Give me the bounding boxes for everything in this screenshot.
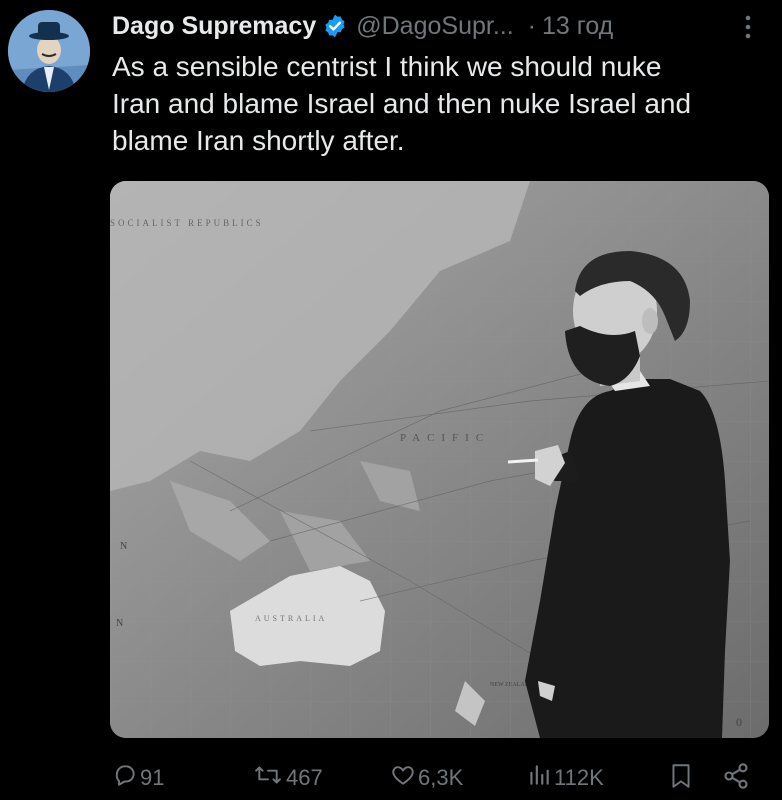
reply-icon: [112, 762, 140, 794]
reply-button[interactable]: 91: [112, 762, 164, 794]
map-label-n-top: N: [120, 541, 127, 552]
repost-count: 467: [286, 765, 323, 790]
map-label-zero: 0: [736, 715, 742, 729]
verified-badge-icon: [322, 13, 348, 39]
reply-count: 91: [140, 765, 165, 790]
views-button[interactable]: 112K: [526, 762, 604, 794]
bookmark-button[interactable]: [668, 762, 696, 796]
like-button[interactable]: 6,3K: [390, 762, 463, 794]
like-icon: [390, 762, 418, 794]
map-label-pacific: PACIFIC: [400, 432, 490, 444]
author-handle[interactable]: @DagoSupr...: [356, 12, 513, 41]
avatar[interactable]: [8, 10, 90, 92]
tweet-media-image[interactable]: PACIFIC SOCIALIST REPUBLICS AUSTRALIA NE…: [110, 181, 769, 738]
share-button[interactable]: [722, 762, 752, 796]
like-count: 6,3K: [418, 765, 464, 790]
author-name[interactable]: Dago Supremacy: [112, 12, 316, 41]
repost-button[interactable]: 467: [252, 762, 323, 794]
map-label-australia: AUSTRALIA: [255, 614, 327, 623]
map-label-n-bottom: N: [116, 618, 123, 629]
map-photo: PACIFIC SOCIALIST REPUBLICS AUSTRALIA NE…: [110, 181, 769, 738]
avatar-image: [8, 10, 90, 92]
map-label-socialist: SOCIALIST REPUBLICS: [110, 218, 264, 228]
more-icon[interactable]: [738, 12, 758, 42]
tweet-header: Dago Supremacy @DagoSupr... · 13 год: [112, 8, 613, 44]
separator-dot: ·: [527, 11, 536, 40]
views-icon: [526, 762, 554, 794]
tweet-timestamp[interactable]: 13 год: [542, 12, 613, 41]
bookmark-icon: [668, 762, 696, 796]
views-count: 112K: [554, 765, 604, 790]
tweet-actions: 91 467 6,3K 112K: [112, 756, 772, 796]
repost-icon: [252, 762, 286, 794]
tweet-text: As a sensible centrist I think we should…: [112, 51, 692, 156]
share-icon: [722, 762, 752, 796]
